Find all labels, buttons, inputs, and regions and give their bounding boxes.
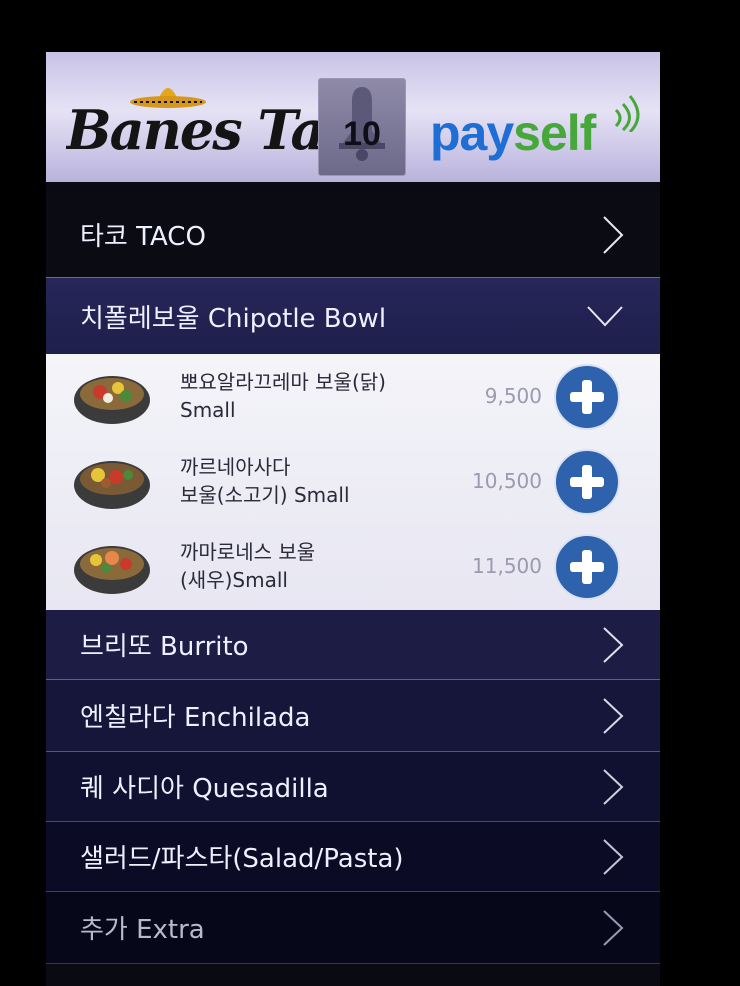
item-name-line1: 까마로네스 보울 xyxy=(180,540,316,564)
item-name-line1: 뽀요알라끄레마 보울(닭) xyxy=(180,370,386,394)
menu-item: 뽀요알라끄레마 보울(닭) Small 9,500 xyxy=(46,354,660,439)
bowl-thumbnail xyxy=(74,461,150,509)
chevron-right-icon xyxy=(603,697,624,734)
item-price: 11,500 xyxy=(472,554,542,578)
category-enchilada[interactable]: 엔칠라다 Enchilada xyxy=(46,680,660,752)
category-burrito[interactable]: 브리또 Burrito xyxy=(46,610,660,680)
item-price: 10,500 xyxy=(472,469,542,493)
wireless-icon xyxy=(614,95,640,132)
header-banner: Banes Taco 10 payself xyxy=(46,52,660,182)
chipotle-bowl-items: 뽀요알라끄레마 보울(닭) Small 9,500 까르네아사다 보울(소고기)… xyxy=(46,354,660,610)
menu-item: 까르네아사다 보울(소고기) Small 10,500 xyxy=(46,439,660,524)
category-enchilada-label: 엔칠라다 Enchilada xyxy=(80,703,311,733)
category-quesadilla[interactable]: 퀘 사디아 Quesadilla xyxy=(46,752,660,822)
item-name: 까마로네스 보울 (새우)Small xyxy=(180,538,470,594)
item-name-line2: 보울(소고기) Small xyxy=(180,483,350,507)
category-taco-label: 타코 TACO xyxy=(80,222,206,252)
kiosk-screen: Banes Taco 10 payself 타코 TACO 치폴레보울 Chip… xyxy=(46,52,660,986)
bowl-thumbnail xyxy=(74,546,150,594)
category-salad-pasta[interactable]: 샐러드/파스타(Salad/Pasta) xyxy=(46,822,660,892)
item-price: 9,500 xyxy=(484,384,542,408)
chevron-right-icon xyxy=(603,768,624,805)
category-chipotle-bowl[interactable]: 치폴레보울 Chipotle Bowl xyxy=(46,278,660,354)
payself-self-text: self xyxy=(513,105,596,161)
add-button[interactable] xyxy=(554,364,620,430)
logo-text: Banes Taco xyxy=(66,98,321,162)
item-name-line2: Small xyxy=(180,398,236,422)
chevron-right-icon xyxy=(603,838,624,875)
category-chipotle-bowl-label: 치폴레보울 Chipotle Bowl xyxy=(80,303,387,334)
payself-pay-text: pay xyxy=(430,105,514,161)
bell-number-badge: 10 xyxy=(318,78,406,176)
item-name-line2: (새우)Small xyxy=(180,568,288,592)
banes-taco-logo: Banes Taco xyxy=(66,74,321,164)
category-quesadilla-label: 퀘 사디아 Quesadilla xyxy=(80,774,329,804)
category-taco[interactable]: 타코 TACO xyxy=(46,192,660,278)
bowl-thumbnail xyxy=(74,376,150,424)
add-button[interactable] xyxy=(554,449,620,515)
category-salad-pasta-label: 샐러드/파스타(Salad/Pasta) xyxy=(80,844,404,874)
chevron-right-icon xyxy=(603,909,624,946)
chevron-right-icon xyxy=(603,626,624,663)
category-extra-label: 추가 Extra xyxy=(80,915,205,945)
item-name: 까르네아사다 보울(소고기) Small xyxy=(180,453,470,509)
item-name: 뽀요알라끄레마 보울(닭) Small xyxy=(180,368,470,424)
menu-item: 까마로네스 보울 (새우)Small 11,500 xyxy=(46,524,660,609)
category-burrito-label: 브리또 Burrito xyxy=(80,632,249,662)
item-name-line1: 까르네아사다 xyxy=(180,455,291,479)
payself-logo: payself xyxy=(430,104,596,162)
chevron-down-icon xyxy=(587,306,623,327)
add-button[interactable] xyxy=(554,534,620,600)
chevron-right-icon xyxy=(603,215,624,254)
bell-number: 10 xyxy=(343,115,381,153)
category-extra[interactable]: 추가 Extra xyxy=(46,892,660,964)
